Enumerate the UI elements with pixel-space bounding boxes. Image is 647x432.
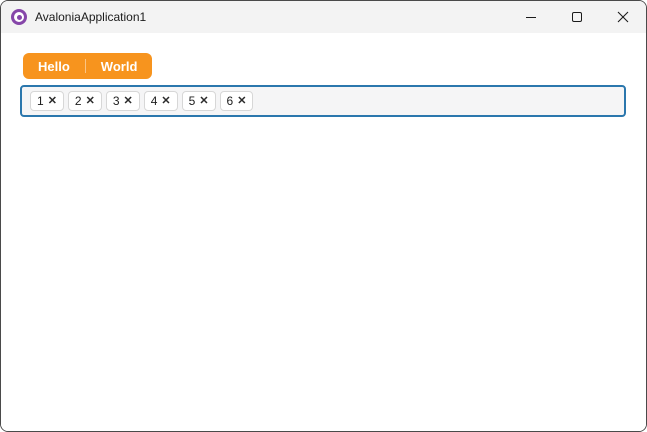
- window-content: Hello World 1 ✕ 2 ✕ 3 ✕ 4 ✕ 5 ✕ 6 ✕: [1, 33, 646, 431]
- tag-chip: 6 ✕: [219, 91, 254, 111]
- tab-hello-label: Hello: [38, 58, 70, 74]
- tag-chip-label: 5: [188, 94, 196, 108]
- tab-world[interactable]: World: [86, 53, 153, 79]
- tag-chip: 2 ✕: [67, 91, 102, 111]
- tag-chip: 1 ✕: [30, 91, 64, 111]
- tab-world-label: World: [100, 58, 138, 74]
- close-button[interactable]: [600, 1, 646, 33]
- tag-chip-label: 6: [226, 94, 234, 108]
- avalonia-logo-donut: [14, 12, 24, 22]
- chip-remove-button[interactable]: ✕: [199, 94, 209, 107]
- tag-chip: 5 ✕: [181, 91, 216, 111]
- tag-chip-label: 3: [112, 94, 120, 108]
- chip-close-icon: ✕: [199, 94, 209, 107]
- minimize-icon: [526, 16, 536, 18]
- tag-chip: 3 ✕: [105, 91, 140, 111]
- avalonia-logo-icon: [11, 9, 27, 25]
- window-title: AvaloniaApplication1: [35, 10, 147, 24]
- title-bar[interactable]: AvaloniaApplication1: [1, 1, 646, 33]
- chip-remove-button[interactable]: ✕: [161, 94, 171, 107]
- maximize-button[interactable]: [554, 1, 600, 33]
- tag-chip-label: 2: [74, 94, 82, 108]
- chip-close-icon: ✕: [161, 94, 171, 107]
- chip-remove-button[interactable]: ✕: [47, 94, 57, 107]
- chip-close-icon: ✕: [47, 94, 57, 107]
- tag-chip-label: 4: [150, 94, 158, 108]
- tag-input-box[interactable]: 1 ✕ 2 ✕ 3 ✕ 4 ✕ 5 ✕ 6 ✕: [20, 85, 626, 117]
- tag-chip-label: 1: [37, 94, 44, 108]
- minimize-button[interactable]: [508, 1, 554, 33]
- chip-close-icon: ✕: [123, 94, 133, 107]
- chip-close-icon: ✕: [237, 94, 247, 107]
- chip-remove-button[interactable]: ✕: [237, 94, 247, 107]
- close-icon: [617, 11, 629, 23]
- chip-remove-button[interactable]: ✕: [85, 94, 95, 107]
- app-window: AvaloniaApplication1 Hello World 1 ✕ 2 ✕…: [0, 0, 647, 432]
- caption-buttons: [508, 1, 646, 33]
- chip-close-icon: ✕: [85, 94, 95, 107]
- chip-remove-button[interactable]: ✕: [123, 94, 133, 107]
- maximize-icon: [572, 12, 582, 22]
- tab-hello[interactable]: Hello: [23, 53, 85, 79]
- tag-chip: 4 ✕: [143, 91, 178, 111]
- tab-strip: Hello World: [23, 53, 153, 79]
